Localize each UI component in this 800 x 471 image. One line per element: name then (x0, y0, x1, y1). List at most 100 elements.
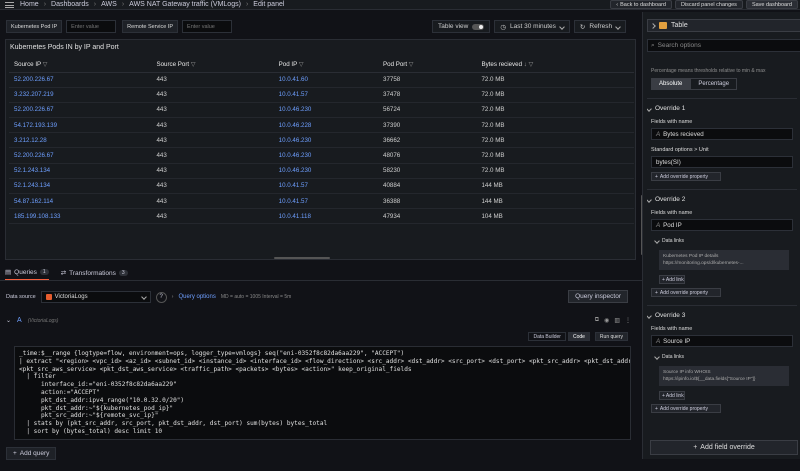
override-2-add-link-button[interactable]: + Add link (659, 275, 685, 284)
table-view-toggle[interactable]: Table view (432, 20, 491, 33)
query-options-button[interactable]: Query options (179, 294, 216, 300)
cell-source-ip[interactable]: 3.232.207.219 (9, 87, 152, 103)
cell-bytes-received: 72.0 MB (476, 147, 634, 164)
override-2-header[interactable]: Override 2 (647, 189, 797, 203)
cell-source-ip[interactable]: 54.172.193.139 (9, 117, 152, 134)
override-3-add-link-button[interactable]: + Add link (659, 391, 685, 400)
threshold-absolute-button[interactable]: Absolute (651, 78, 691, 90)
save-dashboard-button[interactable]: Save dashboard (745, 0, 798, 9)
override-3-header[interactable]: Override 3 (647, 305, 797, 319)
breadcrumb-aws[interactable]: AWS (101, 1, 117, 8)
cell-source-ip[interactable]: 52.1.243.134 (9, 178, 152, 195)
cell-pod-ip[interactable]: 10.0.46.230 (273, 132, 378, 149)
filter-icon[interactable]: ▽ (189, 61, 196, 68)
column-header-bytes-received[interactable]: Bytes recieved ↓ ▽ (476, 58, 634, 73)
trash-icon[interactable]: ▥ (614, 317, 620, 324)
column-header-source-port[interactable]: Source Port ▽ (151, 58, 274, 73)
data-builder-button[interactable]: Data Builder (528, 332, 566, 341)
cell-source-ip[interactable]: 52.200.226.67 (9, 102, 152, 119)
toggle-switch[interactable] (472, 23, 485, 30)
cell-pod-ip[interactable]: 10.0.41.57 (273, 178, 378, 195)
column-header-pod-ip[interactable]: Pod IP ▽ (273, 58, 378, 73)
filter-icon[interactable]: ▽ (41, 61, 48, 68)
cell-source-ip[interactable]: 52.1.243.134 (9, 163, 152, 179)
breadcrumb-dashboard[interactable]: AWS NAT Gateway traffic (VMLogs) (129, 1, 241, 8)
add-query-button[interactable]: + Add query (6, 447, 57, 460)
cell-source-port: 443 (151, 87, 274, 103)
code-mode-button[interactable]: Code (567, 332, 590, 341)
query-inspector-button[interactable]: Query inspector (568, 290, 628, 303)
cell-pod-ip[interactable]: 10.0.46.228 (273, 117, 378, 134)
chevron-down-icon (654, 354, 660, 360)
override-1-unit-label: Standard options > Unit (651, 147, 709, 153)
cell-source-ip[interactable]: 185.199.108.133 (9, 208, 152, 225)
pod-ip-input[interactable]: Enter value (66, 20, 117, 33)
info-icon[interactable]: ? (155, 291, 167, 303)
cell-pod-ip[interactable]: 10.0.46.230 (273, 147, 378, 164)
horizontal-scrollbar[interactable] (274, 257, 330, 259)
query-code-editor[interactable]: _time:$__range {logtype=flow, environmen… (14, 346, 631, 440)
chevron-down-icon (559, 23, 565, 30)
transform-icon: ⇄ (60, 270, 67, 277)
column-header-source-ip[interactable]: Source IP ▽ (9, 58, 152, 73)
cell-pod-port: 37390 (378, 117, 477, 134)
override-3-add-property-button[interactable]: + Add override property (651, 404, 721, 413)
run-query-button[interactable]: Run query (594, 332, 628, 341)
cell-pod-ip[interactable]: 10.0.41.57 (273, 87, 378, 103)
override-1-header[interactable]: Override 1 (647, 98, 797, 112)
back-to-dashboard-button[interactable]: ‹ Back to dashboard (610, 0, 672, 9)
cell-pod-ip[interactable]: 10.0.41.118 (273, 208, 378, 225)
options-search-input[interactable]: ⌕ Search options (647, 39, 800, 52)
override-2-fields-label: Fields with name (651, 210, 693, 216)
cell-pod-ip[interactable]: 10.0.41.57 (273, 193, 378, 210)
query-letter[interactable]: A (17, 317, 22, 324)
add-field-override-button[interactable]: + Add field override (650, 440, 798, 455)
threshold-percentage-button[interactable]: Percentage (690, 78, 738, 90)
cell-source-port: 443 (151, 117, 274, 134)
chevron-right-icon: › (171, 294, 174, 300)
cell-pod-ip[interactable]: 10.0.46.230 (273, 163, 378, 179)
override-2-add-property-button[interactable]: + Add override property (651, 288, 721, 297)
cell-pod-port: 56724 (378, 102, 477, 119)
tab-transformations[interactable]: ⇄ Transformations 3 (61, 269, 128, 280)
remote-ip-input[interactable]: Enter value (182, 20, 233, 33)
menu-icon[interactable] (5, 1, 14, 8)
query-row-header: ⌄ A (VictoriaLogs) ⧉ ◉ ▥ ⋮ (6, 317, 631, 324)
override-1-field-select[interactable]: A Bytes recieved (651, 128, 793, 140)
refresh-button[interactable]: ↻ Refresh (573, 20, 627, 33)
cell-source-port: 443 (151, 102, 274, 119)
column-header-pod-port[interactable]: Pod Port ▽ (378, 58, 477, 73)
collapse-icon[interactable]: ⌄ (6, 317, 11, 324)
discard-changes-button[interactable]: Discard panel changes (674, 0, 743, 9)
sort-filter-icon[interactable]: ↓ ▽ (522, 61, 534, 68)
cell-pod-port: 37478 (378, 87, 477, 103)
cell-pod-ip[interactable]: 10.0.41.60 (273, 72, 378, 88)
eye-icon[interactable]: ◉ (604, 317, 609, 324)
override-2-link-card[interactable]: Kubernetes Pod IP details https://monitor… (659, 250, 789, 270)
plus-icon: + (655, 405, 658, 412)
filter-icon[interactable]: ▽ (297, 61, 304, 68)
table-row: 3.212.12.28 443 10.0.46.230 36662 72.0 MB (9, 132, 634, 149)
override-2-field-select[interactable]: A Pod IP (651, 219, 793, 231)
victorialogs-icon (45, 294, 52, 300)
cell-source-ip[interactable]: 3.212.12.28 (9, 132, 152, 149)
override-3-field-select[interactable]: A Source IP (651, 335, 793, 347)
copy-icon[interactable]: ⧉ (595, 317, 599, 324)
cell-bytes-received: 72.0 MB (476, 72, 634, 88)
drag-icon[interactable]: ⋮ (625, 317, 631, 324)
breadcrumb-dashboards[interactable]: Dashboards (51, 1, 89, 8)
cell-source-ip[interactable]: 52.200.226.67 (9, 147, 152, 164)
cell-pod-ip[interactable]: 10.0.46.230 (273, 102, 378, 119)
cell-bytes-received: 144 MB (476, 193, 634, 210)
override-1-add-property-button[interactable]: + Add override property (651, 172, 721, 181)
override-3-link-card[interactable]: Source IP info WHOIS https://ipinfo.io/${… (659, 366, 789, 386)
time-range-picker[interactable]: ◷ Last 30 minutes (494, 20, 570, 33)
cell-source-ip[interactable]: 52.200.226.67 (9, 72, 152, 88)
data-source-select[interactable]: VictoriaLogs (40, 291, 151, 303)
cell-source-ip[interactable]: 54.87.162.114 (9, 193, 152, 210)
threshold-help: Percentage means thresholds relative to … (651, 68, 766, 74)
breadcrumb-home[interactable]: Home (20, 1, 39, 8)
override-1-unit-select[interactable]: bytes(SI) (651, 156, 793, 168)
visualization-picker[interactable]: Table (647, 19, 800, 32)
filter-icon[interactable]: ▽ (407, 61, 414, 68)
